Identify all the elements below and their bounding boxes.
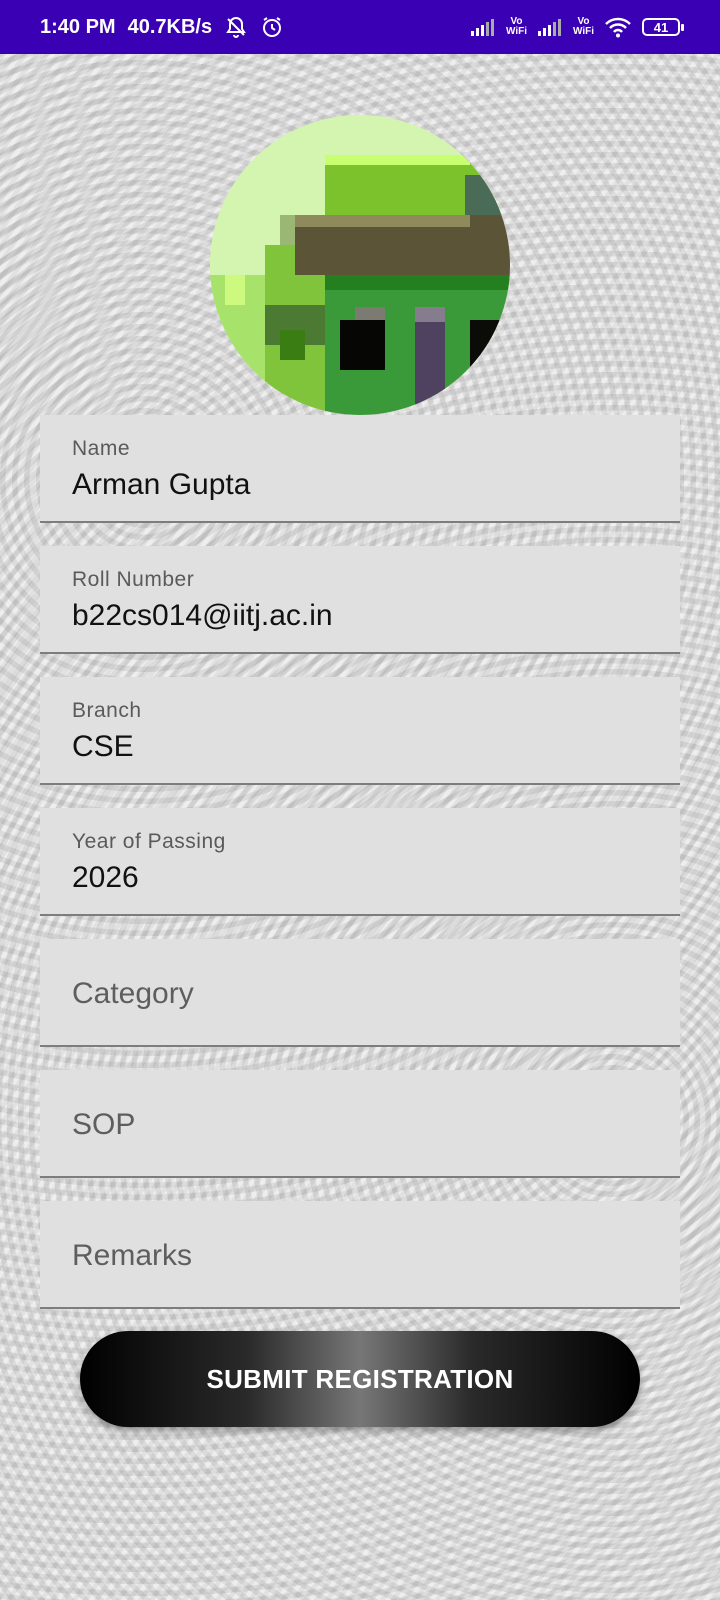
remarks-field[interactable]: Remarks	[40, 1201, 680, 1309]
year-of-passing-label: Year of Passing	[72, 830, 226, 853]
name-label: Name	[72, 437, 131, 460]
branch-label: Branch	[72, 699, 142, 722]
category-field[interactable]: Category	[40, 939, 680, 1047]
network-speed: 40.7KB/s	[127, 15, 213, 38]
branch-value[interactable]: CSE	[72, 730, 134, 764]
roll-number-field[interactable]: Roll Number b22cs014@iitj.ac.in	[40, 546, 680, 654]
status-time: 1:40 PM	[40, 15, 116, 38]
battery-level: 41	[653, 19, 669, 35]
signal-icon	[537, 18, 563, 36]
profile-picture-icon	[210, 115, 510, 415]
profile-avatar[interactable]	[210, 115, 510, 415]
signal-icon	[470, 18, 496, 36]
remarks-placeholder: Remarks	[72, 1239, 193, 1272]
battery-icon: 41	[642, 18, 684, 36]
sop-field[interactable]: SOP	[40, 1070, 680, 1178]
name-value[interactable]: Arman Gupta	[72, 468, 250, 502]
roll-number-label: Roll Number	[72, 568, 195, 591]
submit-registration-button[interactable]: SUBMIT REGISTRATION	[80, 1331, 640, 1427]
vowifi-indicator: Vo WiFi	[572, 16, 594, 37]
name-field[interactable]: Name Arman Gupta	[40, 415, 680, 523]
category-placeholder: Category	[72, 977, 194, 1010]
sop-placeholder: SOP	[72, 1108, 136, 1141]
branch-field[interactable]: Branch CSE	[40, 677, 680, 785]
wifi-icon	[604, 16, 632, 38]
year-of-passing-field[interactable]: Year of Passing 2026	[40, 808, 680, 916]
bell-off-icon	[224, 15, 248, 39]
year-of-passing-value[interactable]: 2026	[72, 861, 139, 895]
status-bar: 1:40 PM 40.7KB/s Vo WiFi Vo WiFi 41	[0, 0, 720, 54]
alarm-icon	[260, 15, 284, 39]
vowifi-indicator: Vo WiFi	[505, 16, 527, 37]
roll-number-value[interactable]: b22cs014@iitj.ac.in	[72, 599, 333, 633]
